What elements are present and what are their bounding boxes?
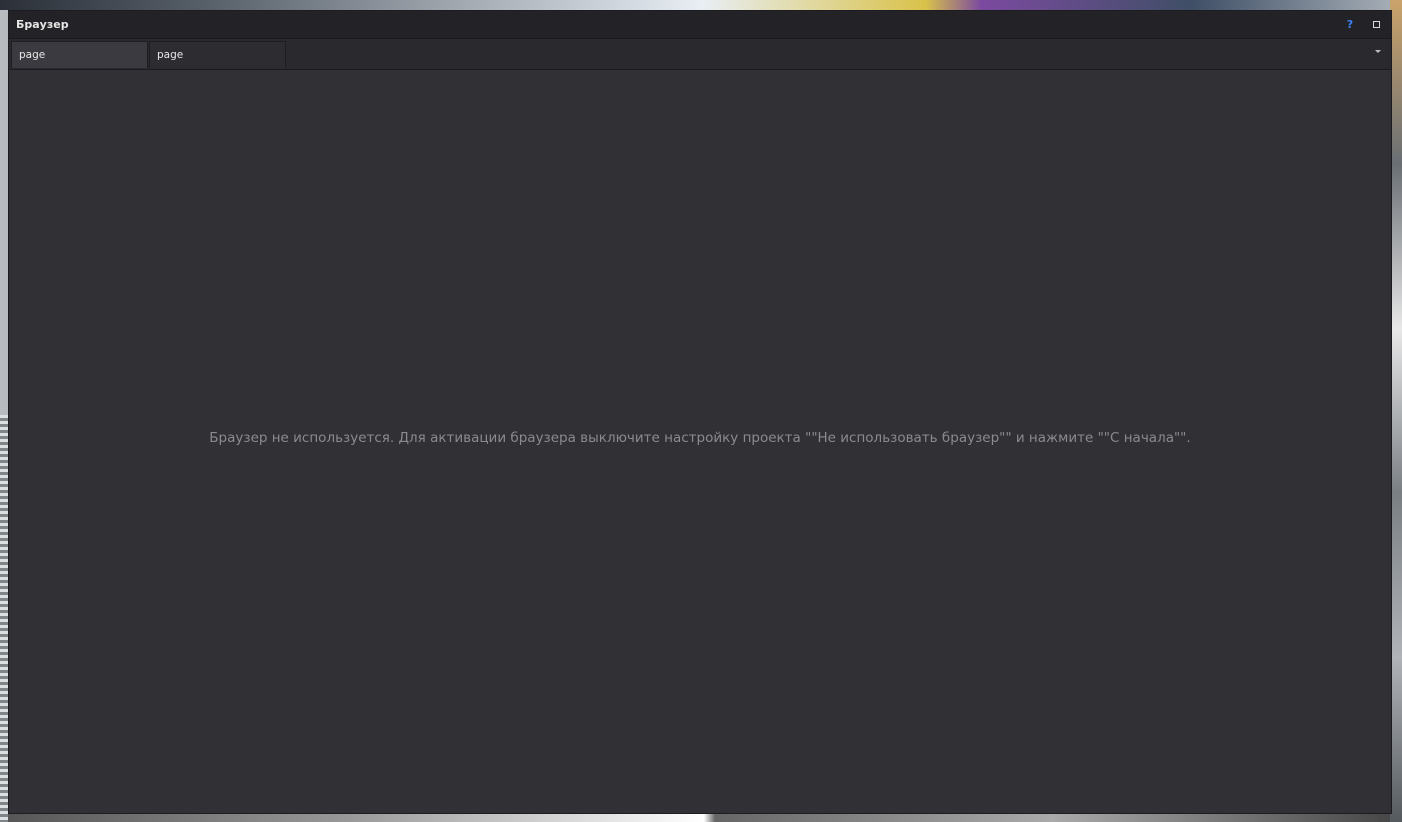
help-icon: ? xyxy=(1346,18,1354,31)
maximize-icon xyxy=(1372,21,1380,28)
window-title: Браузер xyxy=(16,18,69,31)
tab-page-2[interactable]: page xyxy=(149,41,286,68)
tab-label: page xyxy=(157,49,184,61)
tab-label: page xyxy=(19,49,46,61)
tab-page-1[interactable]: page xyxy=(11,41,148,68)
help-button[interactable]: ? xyxy=(1339,14,1361,36)
desktop-background-top xyxy=(0,0,1402,10)
chevron-down-icon xyxy=(1375,50,1381,53)
browser-disabled-message: Браузер не используется. Для активации б… xyxy=(209,430,1191,446)
tab-bar: page page xyxy=(9,39,1391,70)
window-titlebar[interactable]: Браузер ? xyxy=(9,11,1391,39)
tab-list-dropdown-button[interactable] xyxy=(1369,42,1389,62)
desktop-background-left xyxy=(0,415,8,822)
browser-window: Браузер ? page page Браузер не используе… xyxy=(8,10,1392,814)
browser-content-area: Браузер не используется. Для активации б… xyxy=(9,70,1391,813)
maximize-button[interactable] xyxy=(1365,14,1387,36)
